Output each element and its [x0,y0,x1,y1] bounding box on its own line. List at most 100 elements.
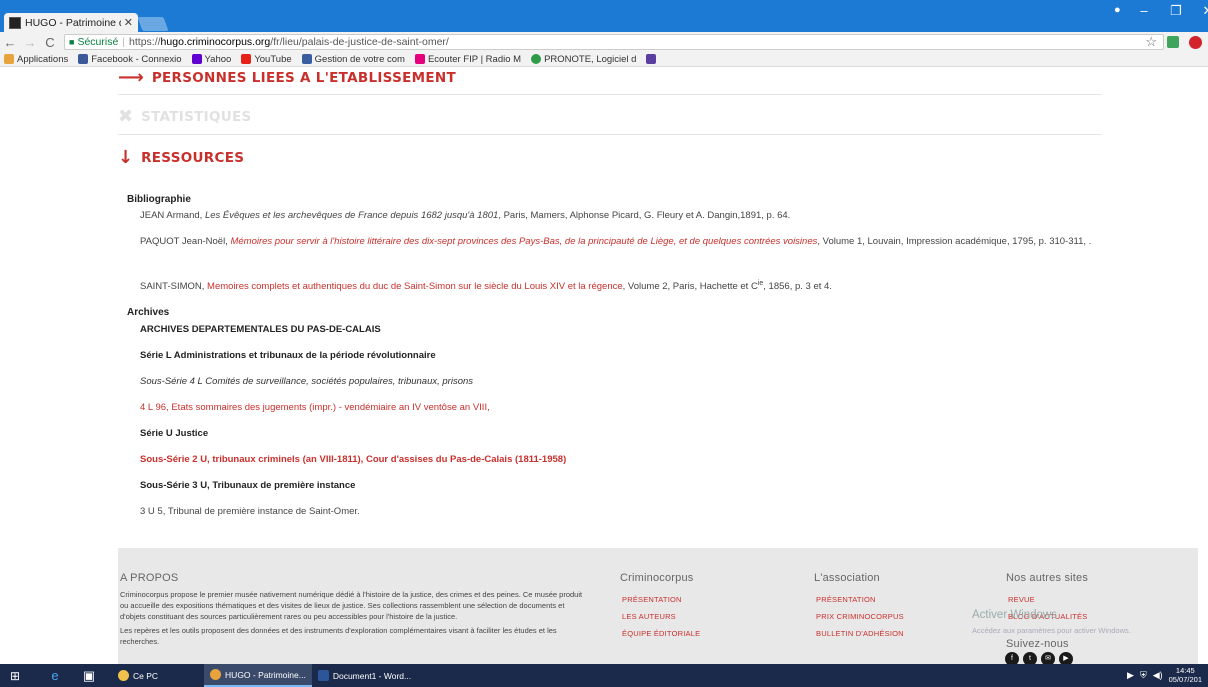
bookmark-folder[interactable] [646,54,657,64]
biblio-title-link[interactable]: Memoires complets et authentiques du duc… [207,281,623,292]
biblio-title: Les Évêques et les archevêques de France… [204,210,499,221]
biblio-author: PAQUOT Jean-Noël, [140,236,231,247]
footer-apropos-text: Les repères et les outils proposent des … [120,626,557,646]
word-icon [317,670,329,681]
footer-suivez: Suivez-nous [1006,638,1069,650]
bookmark-fip[interactable]: Ecouter FIP | Radio M [414,53,522,65]
biblio-entry: PAQUOT Jean-Noël, Mémoires pour servir à… [140,234,1100,249]
divider [118,94,1102,95]
footer-link[interactable]: PRÉSENTATION [622,595,682,604]
window-close-icon[interactable]: ✕ [1192,3,1208,19]
url-path: /fr/lieu/palais-de-justice-de-saint-omer… [270,36,449,48]
extension-green-icon[interactable] [1167,36,1179,48]
shield-icon[interactable]: ⛨ [1140,670,1147,681]
biblio-entry: JEAN Armand, Les Évêques et les archevêq… [140,208,1100,223]
archives-cote-link[interactable]: 4 L 96, Etats sommaires des jugements (i… [140,400,1100,415]
footer-association-title: L'association [814,572,880,584]
footer-autres-title: Nos autres sites [1006,572,1089,584]
store-icon[interactable]: ▣ [78,668,100,684]
secure-label: Sécurisé [77,36,119,48]
forward-icon[interactable]: → [20,35,40,50]
footer-link[interactable]: BULLETIN D'ADHÉSION [816,629,904,638]
taskbar-app[interactable]: HUGO - Patrimoine... [204,664,312,687]
bookmark-yahoo[interactable]: Yahoo [191,54,231,65]
footer-link[interactable]: LES AUTEURS [622,612,676,621]
volume-icon[interactable]: ◀) [1153,670,1163,681]
windows-start-icon[interactable]: ⊞ [10,669,32,683]
radio-icon [414,54,425,64]
site-favicon-icon [9,16,21,29]
archives-serie-l: Série L Administrations et tribunaux de … [140,350,436,361]
bookmark-facebook[interactable]: Facebook - Connexio [78,53,182,65]
archives-serie-u: Série U Justice [140,428,209,439]
close-icon[interactable]: ✕ [124,16,133,29]
browser-tab-bar: HUGO - Patrimoine des... ✕ ● – ❐ ✕ [0,0,1208,32]
taskbar-app-label: Ce PC [133,670,159,681]
clock-time: 14:45 [1175,666,1195,675]
biblio-details-end: , 1856, p. 3 et 4. [763,281,832,293]
biblio-title-link[interactable]: Mémoires pour servir à l'histoire littér… [230,236,817,247]
archives-cote-3u5: 3 U 5, Tribunal de première instance de … [140,506,360,517]
footer-link[interactable]: ÉQUIPE ÉDITORIALE [622,629,700,638]
minimize-icon[interactable]: – [1128,3,1160,19]
bibliographie-heading: Bibliographie [127,194,191,205]
bookmark-youtube[interactable]: YouTube [241,53,292,65]
user-icon[interactable]: ● [1114,4,1126,16]
extension-icons: ☆ [1145,34,1202,50]
maximize-icon[interactable]: ❐ [1160,3,1192,19]
computer-icon [118,670,129,681]
bookmark-pronote[interactable]: PRONOTE, Logiciel d [531,54,636,65]
taskbar-app-label: HUGO - Patrimoine... [225,669,306,680]
footer-apropos-text: Criminocorpus propose le premier musée n… [120,590,583,621]
youtube-icon [241,54,252,64]
taskbar-app[interactable]: Document1 - Word... [312,664,417,687]
arrow-right-icon: ⟶ [118,67,144,88]
reload-icon[interactable]: C [40,35,60,50]
clock-date: 05/07/201 [1168,675,1202,684]
footer-criminocorpus-title: Criminocorpus [620,572,694,584]
bookmark-star-icon[interactable]: ☆ [1145,34,1157,50]
footer-link[interactable]: REVUE [1008,595,1035,604]
archives-sous-serie-3u: Sous-Série 3 U, Tribunaux de première in… [140,480,356,491]
bookmark-applications[interactable]: Applications [4,54,68,65]
section-personnes[interactable]: ⟶ PERSONNES LIEES A L'ETABLISSEMENT [118,67,456,88]
network-icon[interactable]: ▶ [1127,670,1134,681]
footer-link[interactable]: PRIX CRIMINOCORPUS [816,612,904,621]
new-tab-button[interactable] [137,17,169,31]
bookmark-label: Ecouter FIP | Radio M [427,53,522,65]
bookmarks-bar: Applications Facebook - Connexio Yahoo Y… [0,52,1208,67]
site-footer: A PROPOS Criminocorpus propose le premie… [118,548,1198,664]
archives-heading: Archives [127,307,170,318]
window-controls: – ❐ ✕ [1128,3,1208,19]
browser-tab[interactable]: HUGO - Patrimoine des... ✕ [4,13,138,32]
footer-link[interactable]: PRÉSENTATION [816,595,876,604]
system-tray: ▶ ⛨ ◀) 14:45 05/07/201 [1127,666,1202,684]
url-separator: | [122,36,126,48]
biblio-details: , Volume 2, Paris, Hachette et C [622,281,758,293]
section-title: PERSONNES LIEES A L'ETABLISSEMENT [151,69,457,86]
taskbar-app[interactable]: Ce PC [112,664,164,687]
archives-sous-serie-2u-link[interactable]: Sous-Série 2 U, tribunaux criminels (an … [140,452,1100,467]
bookmark-label: Facebook - Connexio [91,53,182,65]
lock-icon: ■ [69,37,75,47]
footer-apropos-title: A PROPOS [120,572,179,584]
url-domain: hugo.criminocorpus.org [160,36,271,48]
section-ressources[interactable]: ↓ RESSOURCES [118,147,244,168]
archives-depot: ARCHIVES DEPARTEMENTALES DU PAS-DE-CALAI… [140,324,381,335]
bookmark-gestion[interactable]: Gestion de votre com [301,54,405,65]
address-bar[interactable]: ■ Sécurisé | https://hugo.criminocorpus.… [64,34,1164,50]
bookmark-label: YouTube [254,53,292,65]
facebook-icon [78,54,89,64]
back-icon[interactable]: ← [0,35,20,50]
pronote-icon [531,54,542,64]
section-statistiques[interactable]: ✖ STATISTIQUES [118,106,252,127]
section-title: RESSOURCES [141,149,245,166]
divider [118,134,1102,135]
adblock-icon[interactable] [1189,35,1202,49]
yahoo-icon [191,54,202,64]
edge-icon[interactable]: e [44,668,66,683]
taskbar-app-label: Document1 - Word... [332,670,412,681]
clock[interactable]: 14:45 05/07/201 [1169,666,1202,684]
url-text: https://hugo.criminocorpus.org/fr/lieu/p… [129,36,449,48]
archives-sous-serie-4l: Sous-Série 4 L Comités de surveillance, … [140,376,474,387]
